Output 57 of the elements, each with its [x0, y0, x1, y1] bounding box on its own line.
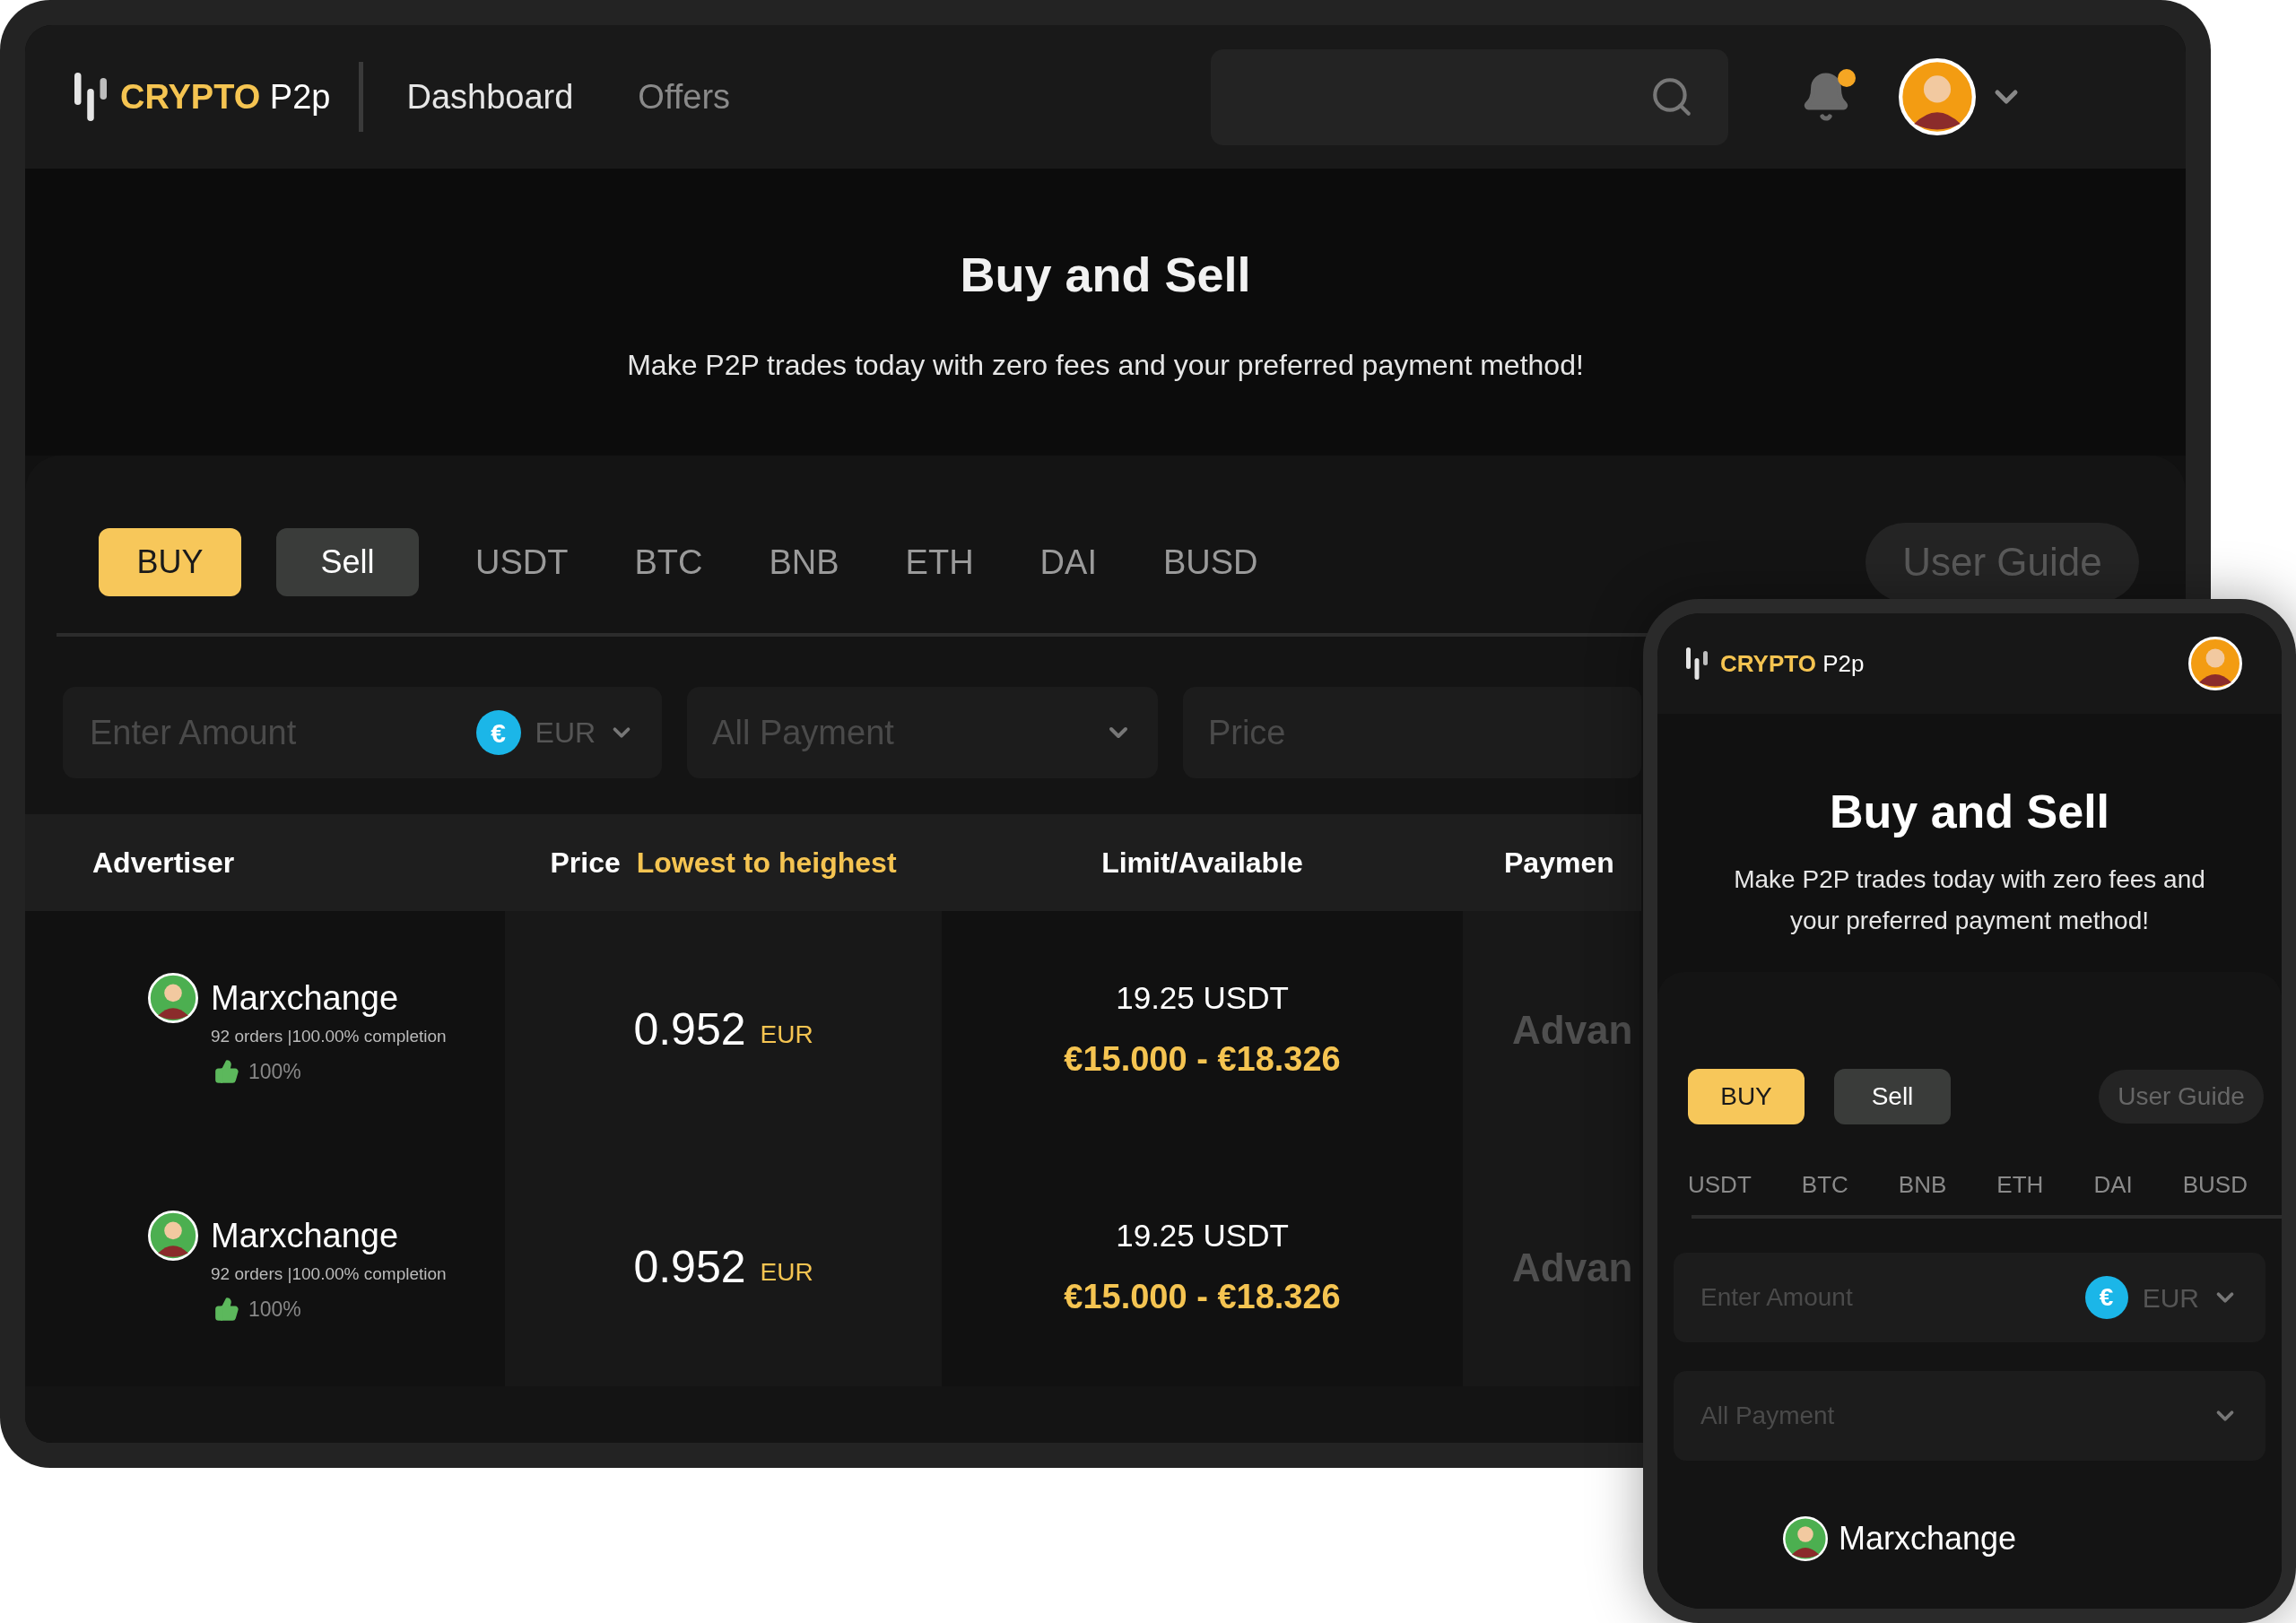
trade-tab[interactable]: BUY — [99, 528, 241, 596]
limit-range: €15.000 - €18.326 — [1064, 1277, 1341, 1318]
coin-tab[interactable]: USDT — [475, 536, 569, 588]
advertiser-name[interactable]: Marxchange — [211, 972, 447, 1024]
sort-link[interactable]: Lowest to heighest — [636, 841, 897, 884]
column-header: Paymen — [1504, 846, 1614, 879]
avatar-silhouette — [1783, 1516, 1828, 1561]
logo-text: CRYPTO P2p — [120, 76, 331, 117]
coin-tab[interactable]: ETH — [1996, 1167, 2044, 1202]
hero-subtitle: Make P2P trades today with zero fees and your preferred payment method! — [627, 347, 1584, 383]
available-amount: 19.25 USDT — [1116, 1216, 1289, 1254]
available-amount: 19.25 USDT — [1116, 978, 1289, 1017]
coin-tab[interactable]: BTC — [634, 536, 703, 588]
column-header: Advertiser — [92, 846, 235, 879]
coin-tab[interactable]: BNB — [1898, 1167, 1947, 1202]
logo-icon — [72, 70, 109, 124]
coin-tab[interactable]: BUSD — [2182, 1167, 2248, 1202]
nav-link[interactable]: Dashboard — [406, 71, 574, 123]
thumbs-up-icon — [214, 1059, 239, 1085]
search-field[interactable] — [1211, 48, 1728, 145]
advertiser-stats: 92 orders |100.00% completion — [211, 1025, 447, 1047]
euro-icon: € — [475, 710, 521, 755]
advertiser-stats: 92 orders |100.00% completion — [211, 1263, 447, 1285]
limit-range: €15.000 - €18.326 — [1064, 1039, 1341, 1081]
coin-tab[interactable]: DAI — [1039, 536, 1097, 588]
price-value: 0.952 — [633, 1241, 746, 1294]
currency-label: EUR — [535, 716, 596, 751]
euro-icon: € — [2084, 1276, 2128, 1319]
avatar-silhouette — [148, 1210, 198, 1261]
currency-label: EUR — [2142, 1281, 2199, 1315]
coin-tab[interactable]: BUSD — [1162, 536, 1258, 588]
hero-title: Buy and Sell — [960, 246, 1251, 303]
avatar-silhouette — [148, 972, 198, 1023]
trade-tab[interactable]: Sell — [276, 528, 419, 596]
column-header: Price — [550, 846, 621, 881]
trade-tab[interactable]: BUY — [1688, 1069, 1805, 1124]
avatar-silhouette — [2188, 637, 2242, 690]
coin-tab[interactable]: BNB — [769, 536, 839, 588]
coin-tab[interactable]: BTC — [1801, 1167, 1848, 1202]
price-currency: EUR — [760, 1019, 813, 1050]
advertiser-name[interactable]: Marxchange — [1839, 1515, 2017, 1563]
column-header: Limit/Available — [1101, 846, 1303, 881]
logo-text: CRYPTO P2p — [1720, 648, 1865, 679]
advertiser-name[interactable]: Marxchange — [211, 1210, 447, 1262]
trade-tab[interactable]: Sell — [1834, 1069, 1951, 1124]
thumbs-up-icon — [214, 1297, 239, 1323]
coin-tab[interactable]: DAI — [2093, 1167, 2133, 1202]
hero-title: Buy and Sell — [1829, 785, 2110, 839]
coin-tab[interactable]: USDT — [1688, 1167, 1752, 1202]
price-currency: EUR — [760, 1256, 813, 1288]
nav-link[interactable]: Offers — [638, 71, 731, 123]
rating-text: 100% — [248, 1059, 301, 1085]
price-value: 0.952 — [633, 1003, 746, 1056]
logo-icon — [1684, 646, 1709, 681]
coin-tab[interactable]: ETH — [905, 536, 974, 588]
hero-subtitle: Make P2P trades today with zero fees and your preferred payment method! — [1733, 864, 2206, 936]
rating-text: 100% — [248, 1297, 301, 1323]
